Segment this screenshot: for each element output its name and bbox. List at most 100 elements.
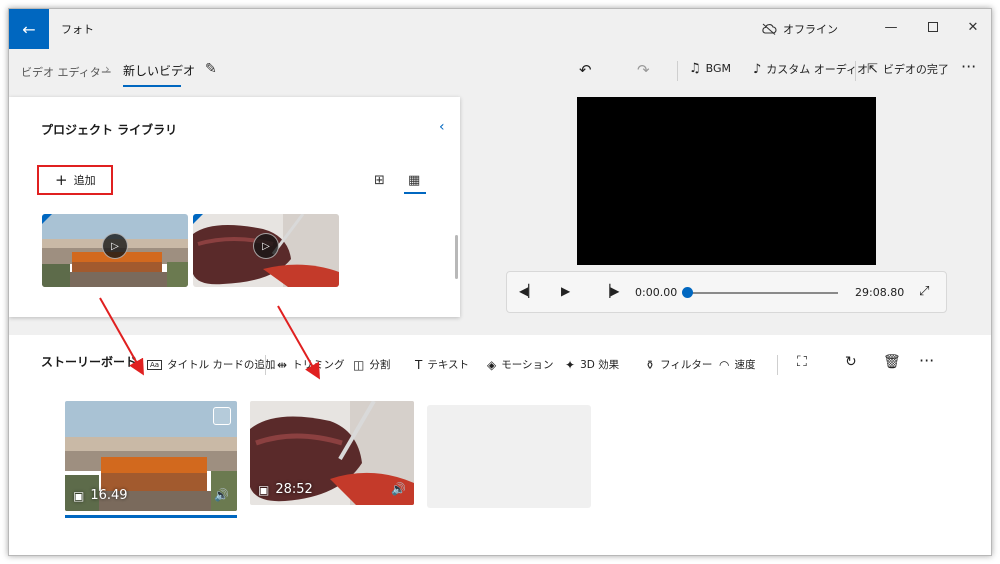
motion-label: モーション	[501, 359, 554, 371]
breadcrumb-root[interactable]: ビデオ エディター	[21, 64, 112, 80]
text-label: テキスト	[427, 359, 470, 371]
filter-icon: ⚱	[645, 357, 656, 372]
collapse-library-button[interactable]: ‹	[439, 119, 445, 135]
total-time: 29:08.80	[855, 286, 905, 299]
trim-button[interactable]: ⇹ トリミング	[277, 357, 345, 372]
play-icon: ▷	[253, 233, 279, 259]
speaker-icon[interactable]: 🔊	[391, 482, 406, 496]
clip-selected-indicator	[65, 515, 237, 518]
storyboard-panel: ストーリーボード Aa タイトル カードの追加 ⇹ トリミング ◫ 分割 T テ…	[9, 335, 991, 555]
selected-corner-mark	[42, 214, 52, 224]
skip-forward-icon: ▕▶	[601, 284, 620, 298]
storyboard-more-button[interactable]: ···	[919, 351, 934, 370]
film-icon: ▣	[73, 488, 85, 503]
clip-duration-text: 16.49	[90, 488, 128, 503]
speaker-icon[interactable]: 🔊	[214, 488, 229, 502]
music-note-icon: ♫	[689, 61, 701, 76]
redo-button[interactable]: ↷	[637, 61, 650, 79]
chevron-left-icon: ‹	[439, 119, 445, 135]
offline-status: オフライン	[761, 21, 838, 37]
large-grid-view-button[interactable]: ⊞	[374, 173, 385, 188]
speed-button[interactable]: ◠ 速度	[719, 357, 755, 372]
maximize-icon	[928, 22, 938, 32]
undo-button[interactable]: ↶	[579, 61, 592, 79]
close-icon: ✕	[967, 19, 979, 35]
storyboard-divider	[265, 355, 266, 375]
crop-button[interactable]: ⛶	[797, 354, 807, 370]
library-item-steak[interactable]: ▷	[193, 214, 339, 287]
add-title-card-button[interactable]: Aa タイトル カードの追加	[147, 357, 275, 372]
3d-effects-label: 3D 効果	[580, 359, 620, 371]
play-button[interactable]: ▶	[561, 284, 570, 298]
back-button[interactable]: ←	[9, 9, 49, 49]
bgm-label: BGM	[705, 62, 732, 75]
close-button[interactable]: ✕	[959, 15, 987, 39]
finish-video-label: ビデオの完了	[882, 63, 949, 76]
more-icon: ···	[919, 351, 935, 370]
rotate-button[interactable]: ↻	[845, 354, 857, 370]
split-label: 分割	[369, 359, 391, 371]
speed-label: 速度	[734, 359, 756, 371]
storyboard-clip[interactable]: ▣ 28:52 🔊	[250, 401, 414, 505]
library-scrollbar[interactable]	[455, 235, 458, 279]
delete-button[interactable]: 🗑	[883, 354, 901, 370]
rotate-icon: ↻	[845, 354, 857, 370]
fullscreen-button[interactable]: ⤢	[919, 284, 929, 299]
filter-button[interactable]: ⚱ フィルター	[645, 357, 712, 372]
minimize-icon: —	[884, 19, 898, 35]
title-card-label: タイトル カードの追加	[167, 359, 276, 371]
effects-icon: ✦	[565, 357, 576, 372]
motion-button[interactable]: ◈ モーション	[487, 357, 554, 372]
breadcrumb-underline	[123, 85, 181, 87]
filter-label: フィルター	[660, 359, 713, 371]
cloud-off-icon	[762, 23, 777, 35]
seek-track[interactable]	[687, 292, 838, 294]
custom-audio-button[interactable]: ♪ カスタム オーディオ	[753, 61, 868, 77]
export-icon: ⇱	[867, 61, 878, 77]
add-label: 追加	[73, 174, 96, 187]
seek-thumb[interactable]	[682, 287, 693, 298]
library-title: プロジェクト ライブラリ	[41, 123, 178, 137]
previous-frame-button[interactable]: ◀▏	[519, 284, 537, 298]
clip-duration: ▣ 28:52	[258, 482, 313, 497]
clip-select-checkbox[interactable]	[213, 407, 231, 425]
breadcrumb-current: 新しいビデオ	[123, 64, 196, 78]
arrow-left-icon: ←	[22, 19, 36, 39]
more-options-button[interactable]: ···	[961, 57, 976, 76]
app-window: ← フォト オフライン — ✕ ビデオ エディター › 新しいビデオ ✎ ↶ ↷…	[8, 8, 992, 556]
player-controls: ◀▏ ▶ ▕▶ 0:00.00 29:08.80 ⤢	[506, 271, 947, 313]
speedometer-icon: ◠	[719, 357, 730, 372]
library-item-city[interactable]: ▷	[42, 214, 188, 287]
custom-audio-icon: ♪	[753, 61, 762, 77]
clip-duration-text: 28:52	[275, 482, 313, 497]
storyboard-title: ストーリーボード	[41, 355, 138, 369]
finish-video-button[interactable]: ⇱ ビデオの完了	[867, 61, 949, 77]
video-preview[interactable]	[577, 97, 876, 265]
trim-label: トリミング	[292, 359, 345, 371]
text-button[interactable]: T テキスト	[415, 357, 469, 372]
motion-icon: ◈	[487, 357, 497, 372]
next-frame-button[interactable]: ▕▶	[601, 284, 619, 298]
trash-icon: 🗑	[883, 354, 901, 370]
split-button[interactable]: ◫ 分割	[353, 357, 390, 372]
selected-corner-mark	[193, 214, 203, 224]
grid-icon: ⊞	[374, 173, 385, 188]
grid-small-icon: ▦	[408, 173, 421, 188]
bgm-button[interactable]: ♫ BGM	[689, 61, 731, 76]
storyboard-clip[interactable]: ▣ 16.49 🔊	[65, 401, 237, 511]
film-icon: ▣	[258, 482, 270, 497]
command-bar: ビデオ エディター › 新しいビデオ ✎ ↶ ↷ ♫ BGM ♪ カスタム オー…	[9, 49, 991, 93]
3d-effects-button[interactable]: ✦ 3D 効果	[565, 357, 619, 372]
custom-audio-label: カスタム オーディオ	[766, 63, 869, 76]
minimize-button[interactable]: —	[877, 15, 905, 39]
undo-icon: ↶	[579, 61, 592, 79]
add-button[interactable]: + 追加	[55, 172, 96, 188]
view-selected-indicator	[404, 192, 426, 194]
empty-clip-slot[interactable]	[427, 405, 591, 508]
redo-icon: ↷	[637, 61, 650, 79]
play-icon: ▶	[561, 284, 571, 298]
pencil-icon: ✎	[205, 61, 217, 77]
small-grid-view-button[interactable]: ▦	[408, 173, 420, 188]
maximize-button[interactable]	[919, 15, 947, 39]
rename-button[interactable]: ✎	[205, 61, 217, 77]
